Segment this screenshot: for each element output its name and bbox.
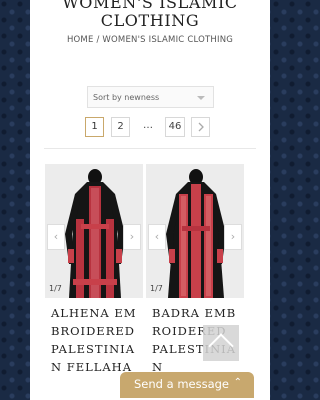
next-page-button[interactable] bbox=[191, 117, 210, 137]
next-image-button[interactable]: › bbox=[224, 224, 242, 250]
image-counter: 1/7 bbox=[150, 284, 163, 293]
sort-dropdown[interactable]: Sort by newness bbox=[87, 86, 214, 108]
send-message-label: Send a message bbox=[134, 377, 230, 391]
chevron-up-icon bbox=[208, 333, 234, 359]
prev-image-button[interactable]: ‹ bbox=[47, 224, 65, 250]
prev-image-button[interactable]: ‹ bbox=[148, 224, 166, 250]
breadcrumb: HOME / WOMEN'S ISLAMIC CLOTHING bbox=[30, 35, 270, 45]
pagination-ellipsis: … bbox=[141, 117, 155, 137]
product-image[interactable]: ‹ › 1/7 bbox=[146, 164, 244, 298]
scroll-to-top-button[interactable] bbox=[203, 325, 239, 361]
sort-selected-value: Sort by newness bbox=[93, 93, 160, 102]
page-1-link[interactable]: 1 bbox=[85, 117, 104, 137]
page-2-link[interactable]: 2 bbox=[111, 117, 130, 137]
chevron-down-icon bbox=[197, 96, 205, 100]
caret-up-icon: ⌃ bbox=[233, 377, 242, 388]
product-image[interactable]: ‹ › 1/7 bbox=[45, 164, 143, 298]
product-card[interactable]: ‹ › 1/7 ALHENA EMBROIDERED PALESTINIAN F… bbox=[45, 164, 143, 400]
page-last-link[interactable]: 46 bbox=[165, 117, 185, 137]
send-message-button[interactable]: Send a message ⌃ bbox=[120, 372, 254, 398]
chevron-right-icon bbox=[198, 122, 204, 132]
page-title: WOMEN'S ISLAMIC CLOTHING bbox=[62, 0, 238, 30]
breadcrumb-home-link[interactable]: HOME bbox=[67, 35, 94, 45]
pagination: 1 2 … 46 bbox=[30, 117, 270, 137]
product-card[interactable]: ‹ › 1/7 BADRA EMBROIDERED PALESTINIAN bbox=[146, 164, 244, 400]
next-image-button[interactable]: › bbox=[123, 224, 141, 250]
product-name[interactable]: ALHENA EMBROIDERED PALESTINIAN FELLAHA bbox=[51, 304, 137, 376]
image-counter: 1/7 bbox=[49, 284, 62, 293]
breadcrumb-current: WOMEN'S ISLAMIC CLOTHING bbox=[102, 35, 234, 45]
divider bbox=[44, 148, 256, 149]
